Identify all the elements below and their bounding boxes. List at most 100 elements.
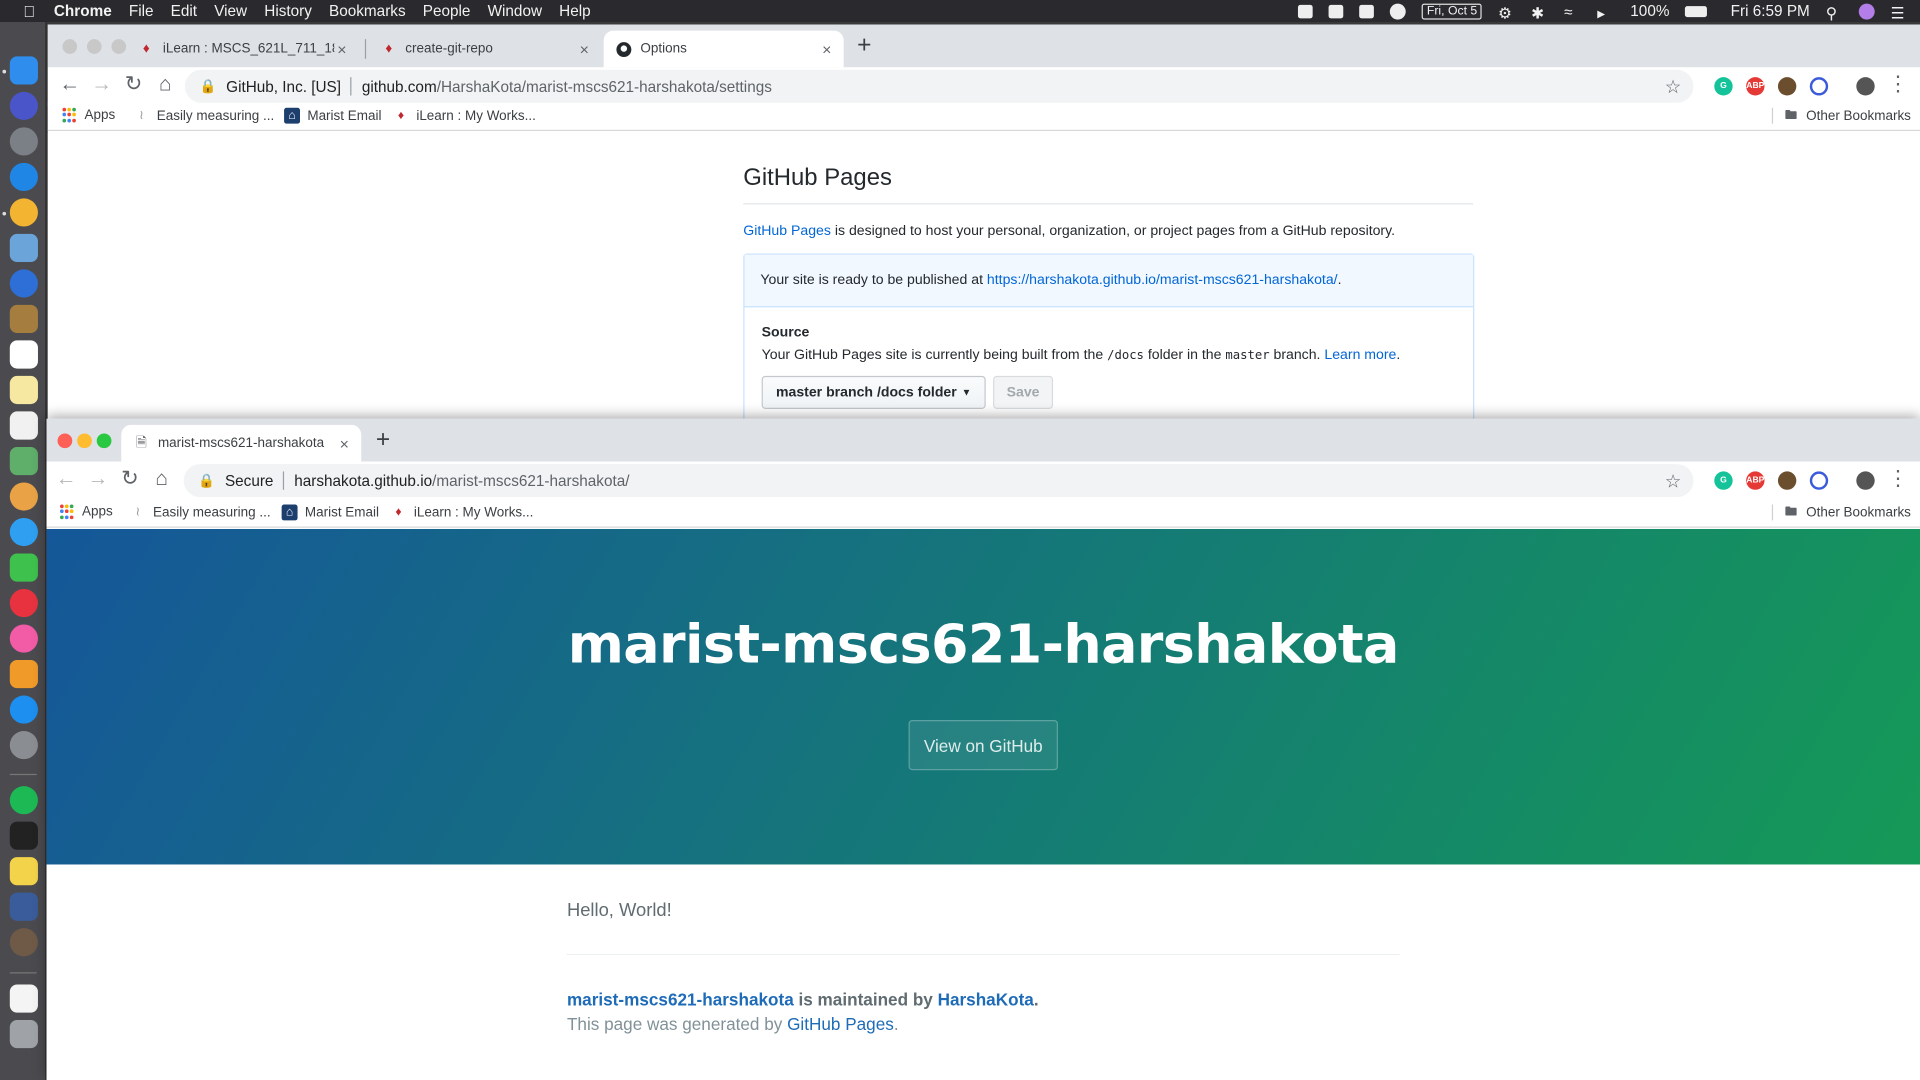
books-icon[interactable]: [9, 660, 38, 689]
minimize-window-button[interactable]: [77, 433, 92, 449]
clock[interactable]: Fri 6:59 PM: [1731, 2, 1810, 19]
forward-arrow-icon[interactable]: →: [88, 72, 115, 96]
menu-history[interactable]: History: [264, 2, 312, 19]
date-widget[interactable]: Fri, Oct 5: [1421, 3, 1483, 19]
address-bar[interactable]: 🔒 GitHub, Inc. [US] github.com/HarshaKot…: [184, 69, 1694, 103]
menu-bookmarks[interactable]: Bookmarks: [329, 2, 406, 19]
news-icon[interactable]: [9, 588, 38, 618]
menu-window[interactable]: Window: [488, 2, 542, 19]
battery-icon[interactable]: [1685, 5, 1708, 17]
published-site-link[interactable]: https://harshakota.github.io/marist-mscs…: [987, 273, 1338, 288]
block-extension-icon[interactable]: [1809, 471, 1829, 490]
wifi-icon[interactable]: ≈: [1564, 4, 1581, 21]
gear-status-icon[interactable]: ⚙: [1498, 4, 1515, 22]
app-store-icon[interactable]: [9, 695, 38, 724]
repo-link[interactable]: marist-mscs621-harshakota: [567, 989, 794, 1009]
minimize-window-button[interactable]: [86, 39, 102, 54]
notification-icon[interactable]: [1328, 4, 1344, 18]
siri-icon[interactable]: [1858, 3, 1875, 19]
safari-icon[interactable]: [9, 162, 38, 192]
bookmark-easily-measuring[interactable]: ≀ Easily measuring ...: [133, 108, 274, 124]
bookmark-apps[interactable]: Apps: [60, 504, 113, 519]
photos-icon[interactable]: [9, 482, 38, 511]
bookmark-easily-measuring[interactable]: ≀ Easily measuring ...: [130, 504, 270, 520]
back-arrow-icon[interactable]: ←: [56, 72, 83, 96]
notes-book-icon[interactable]: [9, 304, 38, 334]
back-arrow-icon[interactable]: ←: [53, 467, 80, 491]
profile-avatar[interactable]: [1856, 77, 1875, 96]
trash-icon[interactable]: [9, 1020, 38, 1049]
messages-icon[interactable]: [9, 517, 38, 547]
more-menu-icon[interactable]: ⋮: [1884, 72, 1911, 96]
maps-icon[interactable]: [9, 269, 38, 298]
home-icon[interactable]: ⌂: [152, 72, 179, 96]
notes-icon[interactable]: [9, 375, 38, 405]
terminal-icon[interactable]: [9, 821, 38, 850]
close-tab-icon[interactable]: ×: [337, 40, 346, 58]
preview-icon[interactable]: [9, 233, 38, 263]
bookmark-ilearn[interactable]: ♦ iLearn : My Works...: [393, 108, 536, 124]
grammarly-icon[interactable]: G: [1714, 77, 1733, 96]
bookmark-star-icon[interactable]: ☆: [1665, 470, 1681, 492]
bookmark-marist-email[interactable]: ⌂ Marist Email: [284, 107, 381, 124]
learn-more-link[interactable]: Learn more: [1324, 348, 1396, 363]
new-tab-button[interactable]: +: [376, 426, 390, 454]
bookmark-other[interactable]: 🖿 Other Bookmarks: [1771, 504, 1911, 521]
bookmark-apps[interactable]: Apps: [62, 107, 115, 122]
close-window-button[interactable]: [57, 433, 73, 449]
siri-app-icon[interactable]: [9, 91, 38, 121]
source-branch-select[interactable]: master branch /docs folder ▼: [761, 375, 986, 409]
documents-folder-icon[interactable]: [9, 984, 38, 1013]
menu-app-chrome[interactable]: Chrome: [54, 2, 112, 19]
menu-file[interactable]: File: [129, 2, 154, 19]
bear-extension-icon[interactable]: [1777, 77, 1797, 96]
bookmark-other[interactable]: 🖿 Other Bookmarks: [1771, 107, 1911, 124]
block-extension-icon[interactable]: [1809, 77, 1829, 96]
status-app-icon[interactable]: [1298, 4, 1313, 18]
bookmark-star-icon[interactable]: ☆: [1665, 75, 1681, 98]
spotify-icon[interactable]: [9, 786, 38, 815]
calendar-icon[interactable]: [9, 340, 38, 369]
tab-options[interactable]: Options ×: [603, 30, 844, 68]
more-menu-icon[interactable]: ⋮: [1884, 467, 1911, 491]
forward-arrow-icon[interactable]: →: [84, 467, 111, 491]
stickies-icon[interactable]: [9, 857, 38, 886]
reminders-icon[interactable]: [9, 411, 38, 440]
menu-people[interactable]: People: [423, 2, 471, 19]
tab-ilearn[interactable]: ♦ iLearn : MSCS_621L_711_18F : / ×: [126, 31, 359, 68]
new-tab-button[interactable]: +: [857, 32, 871, 60]
adblock-icon[interactable]: ABP: [1746, 471, 1765, 490]
zoom-window-button[interactable]: [111, 39, 127, 54]
itunes-icon[interactable]: [9, 624, 38, 653]
bookmark-ilearn[interactable]: ♦ iLearn : My Works...: [391, 504, 533, 520]
grammarly-icon[interactable]: G: [1714, 471, 1733, 490]
address-bar[interactable]: 🔒 Secure harshakota.github.io/marist-msc…: [183, 464, 1694, 498]
zoom-window-button[interactable]: [96, 433, 112, 449]
bookmark-marist-email[interactable]: ⌂ Marist Email: [281, 504, 379, 521]
tab-create-git-repo[interactable]: ♦ create-git-repo ×: [369, 31, 602, 68]
apple-menu-icon[interactable]: : [20, 2, 40, 20]
bear-extension-icon[interactable]: [1777, 471, 1797, 490]
view-on-github-button[interactable]: View on GitHub: [908, 720, 1058, 771]
battery-percent[interactable]: 100%: [1630, 2, 1669, 19]
github-pages-link[interactable]: GitHub Pages: [743, 224, 831, 239]
menu-help[interactable]: Help: [559, 2, 590, 19]
profile-avatar[interactable]: [1856, 471, 1875, 490]
menu-view[interactable]: View: [214, 2, 247, 19]
cloud-icon[interactable]: [1390, 3, 1407, 19]
facetime-icon[interactable]: [9, 553, 38, 582]
finder-icon[interactable]: [9, 56, 38, 85]
chrome-icon[interactable]: [9, 198, 38, 227]
reload-icon[interactable]: ↻: [120, 72, 147, 96]
notification-center-icon[interactable]: ☰: [1891, 4, 1908, 22]
adblock-icon[interactable]: ABP: [1746, 77, 1765, 96]
bear-app-icon[interactable]: [9, 928, 38, 957]
volume-icon[interactable]: ▸: [1597, 4, 1614, 22]
virtualbox-icon[interactable]: [9, 892, 38, 921]
window-layout-icon[interactable]: [1359, 4, 1375, 18]
bluetooth-icon[interactable]: ✱: [1531, 4, 1548, 22]
save-button[interactable]: Save: [993, 375, 1054, 409]
close-window-button[interactable]: [62, 39, 78, 54]
launchpad-icon[interactable]: [9, 127, 38, 156]
github-pages-link[interactable]: GitHub Pages: [787, 1014, 894, 1034]
